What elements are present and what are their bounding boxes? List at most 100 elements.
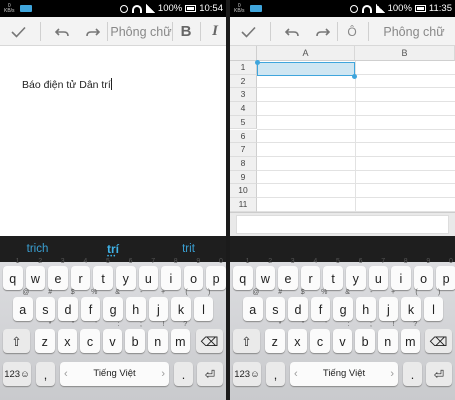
row-header-3[interactable]: 3 [230,88,257,103]
comma-key[interactable]: , [266,362,285,386]
key-t[interactable]: t5 [93,258,113,290]
wifi-icon [131,4,142,13]
key-u[interactable]: u7 [138,258,159,290]
key-b[interactable]: b; [355,321,375,353]
key-r[interactable]: r4 [300,258,321,290]
selected-cell-a1[interactable] [257,62,355,76]
row-header-5[interactable]: 5 [230,115,257,130]
key-o[interactable]: o9 [183,258,204,290]
suggestion-item[interactable]: trit [151,236,226,262]
key-f[interactable]: f% [310,289,331,321]
key-v[interactable]: v: [332,321,353,353]
key-z[interactable]: z * [35,321,55,353]
space-key[interactable]: Tiếng Việt [290,362,398,386]
key-r[interactable]: r4 [70,258,91,290]
row-header-1[interactable]: 1 [230,61,257,75]
delete-key[interactable]: ⌫ [425,329,452,353]
italic-button[interactable]: I [204,17,226,46]
key-j[interactable]: j + [148,289,169,321]
document-text[interactable]: Báo điện tử Dân trí [22,78,112,91]
key-e[interactable]: e3 [278,258,298,290]
redo-icon[interactable] [80,17,104,46]
shift-key[interactable]: ⇧ [233,329,260,353]
key-v[interactable]: v: [102,321,123,353]
row-header-2[interactable]: 2 [230,74,257,89]
done-check-icon[interactable] [234,17,262,46]
column-header-b[interactable]: B [355,46,455,61]
spreadsheet-grid[interactable]: A B 1 2 3 4 5 6 7 8 9 10 11 [230,46,455,212]
key-w[interactable]: w2 [25,258,46,290]
key-m[interactable]: m? [170,321,191,353]
key-z[interactable]: z * [265,321,285,353]
done-check-icon[interactable] [4,17,32,46]
key-g[interactable]: g & [333,289,353,321]
key-y[interactable]: y6 [346,258,366,290]
period-key[interactable]: . [403,362,422,386]
key-i[interactable]: i8 [161,258,181,290]
row-header-4[interactable]: 4 [230,102,257,116]
space-key[interactable]: Tiếng Việt [60,362,169,386]
comma-key[interactable]: , [36,362,55,386]
bold-button[interactable]: B [174,17,198,46]
key-s[interactable]: s # [35,289,56,321]
row-header-8[interactable]: 8 [230,156,257,171]
key-d[interactable]: d $ [58,289,78,321]
document-body[interactable]: Báo điện tử Dân trí [0,46,226,236]
undo-icon[interactable] [50,17,74,46]
key-l[interactable]: l) [193,289,214,321]
delete-key[interactable]: ⌫ [196,329,223,353]
period-key[interactable]: . [174,362,193,386]
key-g[interactable]: g & [103,289,123,321]
key-p[interactable]: p0 [206,258,226,290]
enter-key[interactable]: ⏎ [426,362,452,386]
font-button[interactable]: Phông chữ [376,17,452,46]
key-o[interactable]: o9 [413,258,434,290]
key-h[interactable]: h- [126,289,146,321]
key-f[interactable]: f% [80,289,101,321]
row-header-6[interactable]: 6 [230,129,257,144]
select-all-corner[interactable] [230,46,257,61]
formula-input[interactable] [236,215,449,234]
key-b[interactable]: b; [125,321,145,353]
symbols-mode-key[interactable]: 123☺ [3,362,31,386]
key-k[interactable]: k( [401,289,421,321]
key-w[interactable]: w2 [255,258,276,290]
key-y[interactable]: y6 [116,258,136,290]
key-a[interactable]: a @ [243,289,263,321]
row-header-9[interactable]: 9 [230,170,257,185]
key-m[interactable]: m? [400,321,421,353]
key-i[interactable]: i8 [391,258,411,290]
key-s[interactable]: s # [265,289,286,321]
key-n[interactable]: n! [378,321,398,353]
column-header-a[interactable]: A [257,46,355,61]
key-e[interactable]: e3 [48,258,68,290]
selection-handle[interactable] [352,73,357,79]
key-q[interactable]: q1 [3,258,23,290]
key-c[interactable]: c ' [80,321,100,353]
enter-key[interactable]: ⏎ [197,362,223,386]
key-u[interactable]: u7 [368,258,389,290]
cell-button[interactable]: Ô [342,17,362,46]
key-x[interactable]: x " [287,321,308,353]
row-header-10[interactable]: 10 [230,184,257,198]
key-t[interactable]: t5 [323,258,343,290]
font-button[interactable]: Phông chữ [110,17,172,46]
key-a[interactable]: a @ [13,289,33,321]
symbols-mode-key[interactable]: 123☺ [233,362,261,386]
key-j[interactable]: j + [378,289,399,321]
key-c[interactable]: c ' [310,321,330,353]
key-q[interactable]: q1 [233,258,253,290]
key-n[interactable]: n! [148,321,168,353]
selection-handle[interactable] [255,60,260,65]
undo-icon[interactable] [280,17,304,46]
shift-key[interactable]: ⇧ [3,329,30,353]
key-l[interactable]: l) [423,289,444,321]
key-p[interactable]: p0 [436,258,455,290]
key-x[interactable]: x " [57,321,78,353]
row-header-7[interactable]: 7 [230,143,257,157]
key-h[interactable]: h- [356,289,376,321]
key-k[interactable]: k( [171,289,191,321]
row-header-11[interactable]: 11 [230,198,257,212]
key-d[interactable]: d $ [288,289,308,321]
redo-icon[interactable] [310,17,334,46]
